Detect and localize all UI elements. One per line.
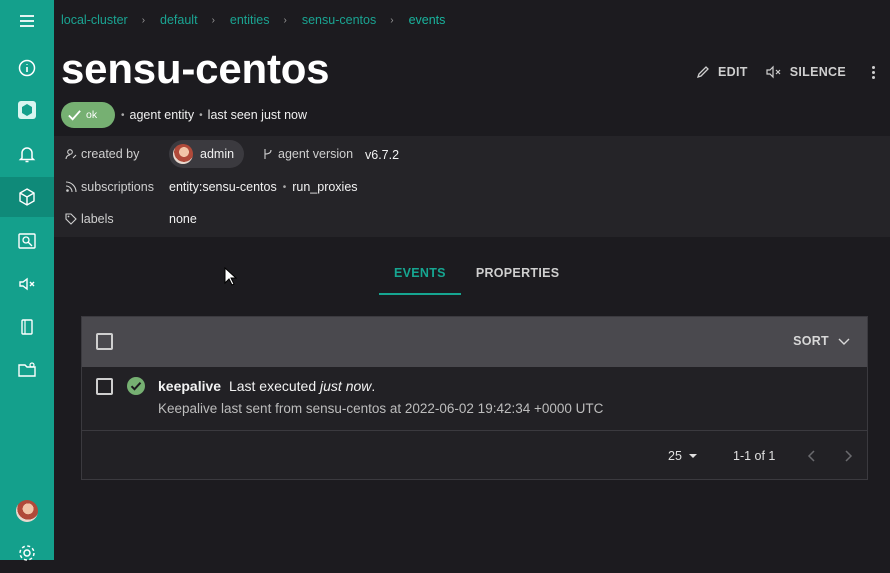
breadcrumb-entities[interactable]: entities bbox=[230, 13, 270, 27]
avatar bbox=[173, 144, 193, 164]
subscription-item: run_proxies bbox=[292, 180, 358, 194]
select-all-checkbox[interactable] bbox=[96, 333, 113, 350]
settings-gear-icon[interactable] bbox=[0, 533, 54, 573]
breadcrumb: local-cluster › default › entities › sen… bbox=[61, 13, 445, 27]
page-title: sensu-centos bbox=[61, 45, 330, 92]
more-options-icon[interactable] bbox=[870, 65, 876, 79]
dropdown-arrow-icon bbox=[688, 454, 697, 458]
user-avatar[interactable] bbox=[0, 491, 54, 531]
entities-cube-icon[interactable] bbox=[0, 177, 54, 217]
rows-per-page-select[interactable]: 25 bbox=[668, 449, 699, 463]
labels-label: labels bbox=[65, 212, 114, 226]
header-actions: EDIT SILENCE bbox=[696, 62, 890, 82]
pencil-icon bbox=[697, 66, 709, 79]
chevron-left-icon[interactable] bbox=[802, 446, 822, 466]
breadcrumb-separator: › bbox=[141, 14, 146, 26]
tab-events[interactable]: EVENTS bbox=[379, 258, 461, 295]
silence-label: SILENCE bbox=[789, 65, 846, 79]
table-header: SORT bbox=[82, 317, 867, 367]
subscriptions-list: entity:sensu-centos • run_proxies bbox=[169, 180, 358, 194]
breadcrumb-events: events bbox=[408, 13, 446, 27]
folder-icon[interactable] bbox=[0, 350, 54, 390]
mouse-cursor-icon bbox=[224, 267, 237, 286]
pagination-range: 1-1 of 1 bbox=[733, 449, 776, 463]
created-by-chip[interactable]: admin bbox=[169, 140, 245, 168]
table-row[interactable]: keepalive Last executed just now. Keepal… bbox=[82, 367, 867, 431]
labels-value: none bbox=[169, 212, 197, 226]
agent-version-value: v6.7.2 bbox=[365, 148, 400, 162]
silence-button[interactable]: SILENCE bbox=[766, 65, 846, 79]
subscriptions-label: subscriptions bbox=[65, 180, 154, 194]
chevron-right-icon[interactable] bbox=[838, 446, 858, 466]
breadcrumb-cluster[interactable]: local-cluster bbox=[61, 13, 128, 27]
tab-properties[interactable]: PROPERTIES bbox=[461, 258, 575, 295]
created-by-label: created by bbox=[65, 147, 139, 161]
row-checkbox[interactable] bbox=[96, 378, 113, 395]
rss-icon bbox=[65, 181, 77, 193]
menu-icon[interactable] bbox=[0, 1, 54, 41]
breadcrumb-separator: › bbox=[211, 14, 215, 26]
entity-status-row: ok • agent entity • last seen just now bbox=[61, 102, 307, 128]
silences-icon[interactable] bbox=[0, 264, 54, 304]
entity-tabs: EVENTS PROPERTIES bbox=[379, 258, 574, 295]
documents-icon[interactable] bbox=[0, 307, 54, 347]
last-seen: last seen just now bbox=[207, 108, 308, 122]
created-by-user: admin bbox=[200, 147, 235, 161]
user-edit-icon bbox=[65, 149, 77, 160]
tag-icon bbox=[65, 213, 77, 225]
edit-button[interactable]: EDIT bbox=[696, 65, 748, 79]
sort-button[interactable]: SORT bbox=[793, 334, 851, 348]
breadcrumb-namespace[interactable]: default bbox=[160, 13, 198, 27]
checkmark-icon bbox=[68, 109, 81, 121]
sort-label: SORT bbox=[793, 334, 829, 348]
status-badge-label: ok bbox=[86, 109, 98, 121]
chevron-down-icon bbox=[838, 338, 850, 345]
breadcrumb-separator: › bbox=[283, 14, 287, 26]
status-badge: ok bbox=[61, 102, 115, 128]
info-icon[interactable] bbox=[0, 48, 54, 88]
bell-icon[interactable] bbox=[0, 134, 54, 174]
checks-icon[interactable] bbox=[0, 221, 54, 261]
sidebar bbox=[0, 0, 54, 561]
agent-version-label: agent version bbox=[262, 147, 353, 161]
main-content: local-cluster › default › entities › sen… bbox=[54, 0, 890, 560]
breadcrumb-separator: › bbox=[390, 14, 394, 26]
table-pagination: 25 1-1 of 1 bbox=[82, 432, 867, 480]
namespace-icon[interactable] bbox=[0, 90, 54, 130]
entity-class: agent entity bbox=[129, 108, 195, 122]
mute-icon bbox=[766, 65, 781, 79]
status-ok-icon bbox=[127, 377, 145, 395]
edit-label: EDIT bbox=[718, 65, 748, 79]
event-title: keepalive Last executed just now. bbox=[158, 378, 376, 394]
event-check-name[interactable]: keepalive bbox=[158, 378, 221, 394]
subscription-item: entity:sensu-centos bbox=[169, 180, 277, 194]
branch-icon bbox=[264, 149, 272, 159]
breadcrumb-entity[interactable]: sensu-centos bbox=[302, 13, 376, 27]
event-output: Keepalive last sent from sensu-centos at… bbox=[158, 401, 604, 416]
events-table: SORT keepalive Last executed just now. K… bbox=[81, 316, 868, 480]
entity-metadata-panel: created by admin agent version v6.7.2 su… bbox=[54, 136, 890, 237]
